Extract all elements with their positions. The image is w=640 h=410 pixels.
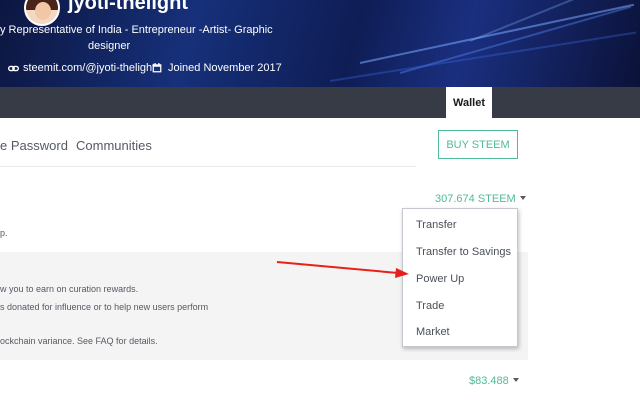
steem-description: p. [0,228,8,238]
profile-username: jyoti-thelight [68,0,188,14]
caret-down-icon [519,196,526,201]
menu-item-trade[interactable]: Trade [416,300,444,312]
joined-date: Joined November 2017 [168,62,282,74]
steem-balance-dropdown-toggle[interactable]: 307.674 STEEM [435,193,526,205]
subnav-communities[interactable]: Communities [76,138,152,153]
menu-item-market[interactable]: Market [416,326,450,338]
sbd-balance-value: $83.488 [469,375,509,387]
profile-joined: Joined November 2017 [152,61,282,75]
wallet-page: jyoti-thelight y Representative of India… [0,0,640,410]
profile-website: steemit.com/@jyoti-thelight [8,61,155,75]
buy-steem-button[interactable]: BUY STEEM [438,130,518,159]
steem-power-description-line: s donated for influence or to help new u… [0,302,209,312]
tab-wallet[interactable]: Wallet [446,87,492,118]
banner-light-streak [329,31,637,82]
avatar-face [35,2,51,20]
sbd-balance-dropdown-toggle[interactable]: $83.488 [469,375,519,387]
steem-power-description-line: ockchain variance. See FAQ for details. [0,336,158,346]
subnav-change-password[interactable]: e Password [0,138,68,153]
steem-power-description-line: w you to earn on curation rewards. [0,284,139,294]
subnav-divider [0,166,416,167]
link-icon [8,65,19,71]
caret-down-icon [512,378,519,383]
menu-item-transfer[interactable]: Transfer [416,219,457,231]
steem-actions-dropdown: Transfer Transfer to Savings Power Up Tr… [402,208,518,347]
profile-banner: jyoti-thelight y Representative of India… [0,0,640,87]
avatar[interactable] [24,0,60,26]
profile-nav: Wallet [0,87,640,118]
profile-link[interactable]: steemit.com/@jyoti-thelight [23,62,155,74]
profile-bio-line-2: designer [88,40,131,52]
calendar-icon [152,63,162,73]
menu-item-power-up[interactable]: Power Up [416,273,464,285]
profile-bio-line-1: y Representative of India - Entrepreneur… [0,24,273,36]
menu-item-transfer-to-savings[interactable]: Transfer to Savings [416,246,511,258]
steem-balance-value: 307.674 STEEM [435,193,516,205]
